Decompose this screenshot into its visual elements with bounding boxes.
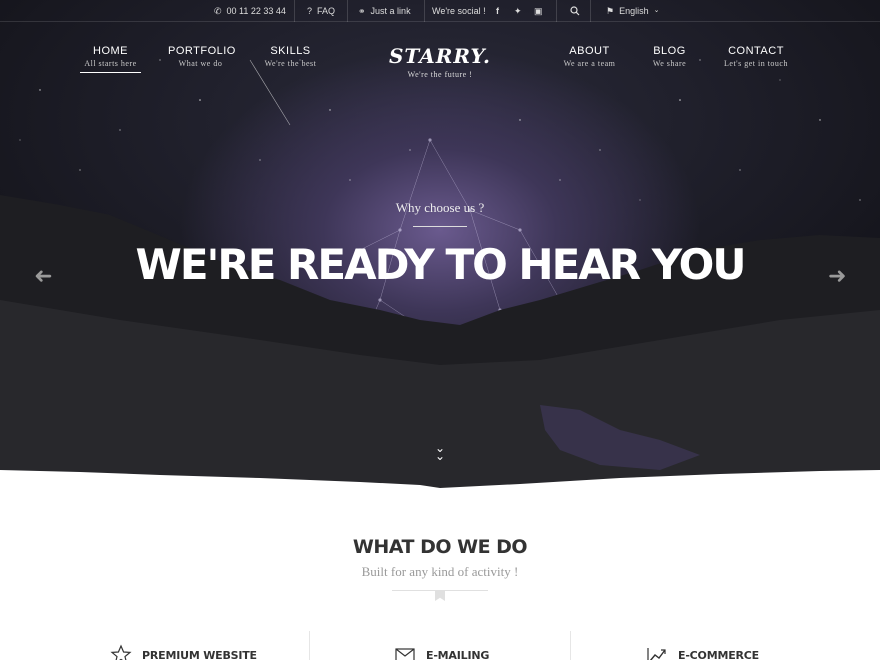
- hero-kicker-underline: [413, 226, 467, 227]
- twitter-icon: ✦: [514, 6, 522, 16]
- nav-title: SKILLS: [270, 45, 311, 57]
- feature-e-commerce[interactable]: E-COMMERCE: [646, 644, 759, 660]
- phone-number: 00 11 22 33 44: [226, 6, 286, 16]
- nav-subtitle: Let's get in touch: [724, 59, 788, 68]
- facebook-link[interactable]: f: [496, 0, 499, 22]
- logo-text: STARRY.: [388, 44, 492, 68]
- youtube-link[interactable]: ▣: [534, 0, 543, 22]
- feature-label: E-COMMERCE: [678, 648, 759, 660]
- hero-slider: ✆ 00 11 22 33 44 ? FAQ ⚭ Just a link We'…: [0, 0, 880, 490]
- facebook-icon: f: [496, 6, 499, 16]
- nav-title: HOME: [93, 45, 128, 57]
- nav-item-contact[interactable]: CONTACT Let's get in touch: [716, 45, 796, 68]
- feature-divider: [309, 631, 310, 660]
- nav-subtitle: We are a team: [563, 59, 616, 68]
- logo[interactable]: STARRY. We're the future !: [380, 44, 500, 79]
- topbar-divider: [294, 0, 295, 22]
- hero-headline: WE'RE READY TO HEAR YOU: [135, 240, 747, 289]
- slider-next-button[interactable]: ➜: [828, 264, 846, 288]
- search-icon: [570, 6, 580, 16]
- hero-kicker: Why choose us ?: [395, 200, 485, 215]
- nav-item-portfolio[interactable]: PORTFOLIO What we do: [168, 45, 236, 68]
- faq-label: FAQ: [317, 6, 336, 16]
- question-icon: ?: [307, 6, 313, 16]
- chart-icon: [647, 648, 666, 660]
- feature-label: PREMIUM WEBSITE: [142, 648, 257, 660]
- feature-premium-website[interactable]: PREMIUM WEBSITE: [110, 644, 257, 660]
- topbar-divider: [424, 0, 425, 22]
- just-a-link[interactable]: ⚭ Just a link: [358, 0, 411, 22]
- feature-divider: [570, 631, 571, 660]
- nav-title: CONTACT: [728, 45, 784, 57]
- top-utility-bar: ✆ 00 11 22 33 44 ? FAQ ⚭ Just a link We'…: [0, 0, 880, 22]
- twitter-link[interactable]: ✦: [514, 0, 522, 22]
- section-title: WHAT DO WE DO: [352, 536, 528, 558]
- social-label: We're social !: [432, 0, 486, 22]
- nav-subtitle: What we do: [178, 59, 223, 68]
- nav-active-indicator: [80, 72, 141, 73]
- logo-tagline: We're the future !: [407, 70, 473, 79]
- social-label-text: We're social !: [432, 6, 486, 16]
- chevron-down-icon: ⌄: [653, 7, 660, 14]
- feature-label: E-MAILING: [426, 648, 490, 660]
- nav-title: BLOG: [653, 45, 686, 57]
- faq-link[interactable]: ? FAQ: [307, 0, 335, 22]
- language-selector[interactable]: ⚑ English ⌄: [606, 0, 659, 22]
- topbar-divider: [590, 0, 591, 22]
- nav-title: ABOUT: [569, 45, 610, 57]
- nav-item-skills[interactable]: SKILLS We're the best: [258, 45, 323, 68]
- divider-ribbon: [435, 590, 445, 601]
- arrow-left-icon: ➜: [34, 263, 53, 288]
- arrow-right-icon: ➜: [828, 263, 847, 288]
- double-chevron-down-icon: ⌄ ⌄: [434, 441, 446, 463]
- section-subtitle: Built for any kind of activity !: [361, 564, 519, 579]
- language-label: English: [619, 6, 649, 16]
- nav-item-blog[interactable]: BLOG We share: [642, 45, 697, 68]
- topbar-divider: [556, 0, 557, 22]
- envelope-icon: [395, 648, 415, 660]
- link-icon: ⚭: [358, 6, 366, 16]
- phone-link[interactable]: ✆ 00 11 22 33 44: [214, 0, 286, 22]
- just-a-link-label: Just a link: [370, 6, 411, 16]
- slider-prev-button[interactable]: ➜: [34, 263, 53, 288]
- scroll-down-button[interactable]: ⌄ ⌄: [432, 441, 448, 463]
- starfield: [19, 59, 861, 201]
- star-icon: [110, 644, 132, 660]
- flag-icon: ⚑: [606, 6, 615, 16]
- nav-item-home[interactable]: HOME All starts here: [80, 45, 141, 68]
- phone-icon: ✆: [214, 6, 222, 16]
- nav-item-about[interactable]: ABOUT We are a team: [557, 45, 622, 68]
- feature-e-mailing[interactable]: E-MAILING: [394, 644, 489, 660]
- search-button[interactable]: [570, 0, 580, 22]
- youtube-icon: ▣: [534, 6, 543, 16]
- nav-subtitle: All starts here: [84, 59, 137, 68]
- nav-title: PORTFOLIO: [168, 45, 236, 57]
- nav-subtitle: We're the best: [264, 59, 317, 68]
- nav-subtitle: We share: [652, 59, 687, 68]
- topbar-divider: [347, 0, 348, 22]
